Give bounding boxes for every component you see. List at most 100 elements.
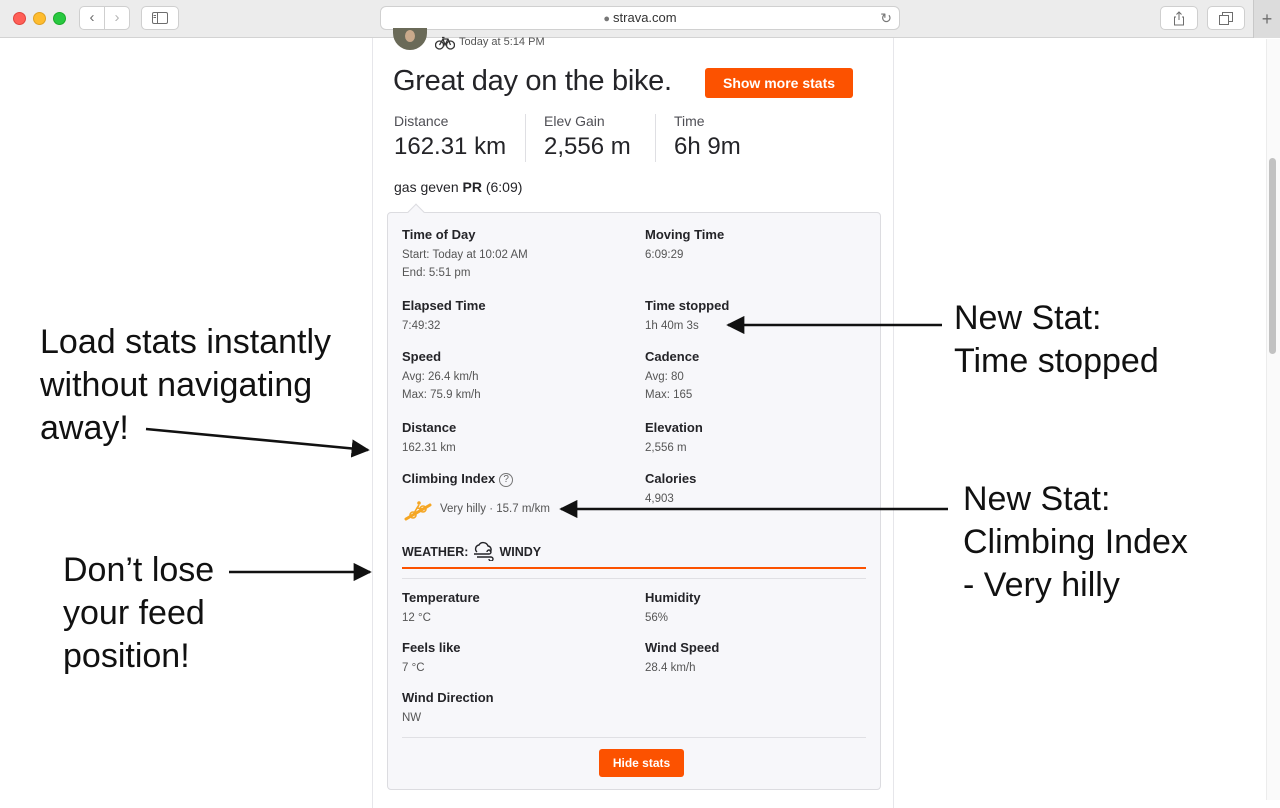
- scrollbar-track[interactable]: [1266, 39, 1280, 800]
- field-value: 2,556 m: [645, 442, 687, 454]
- annotation-load-stats: Load stats instantly without navigating …: [40, 321, 331, 450]
- tab-overview-button[interactable]: [1207, 6, 1245, 30]
- stat-distance: Distance 162.31 km: [402, 420, 456, 454]
- stat-elapsed-time: Elapsed Time 7:49:32: [402, 298, 486, 332]
- field-value: Max: 165: [645, 389, 693, 401]
- expanded-stats-panel: Time of Day Start: Today at 10:02 AM End…: [387, 203, 881, 790]
- field-label: Calories: [645, 471, 697, 486]
- annotation-line: Don’t lose: [63, 551, 215, 589]
- field-value: 12 °C: [402, 612, 431, 624]
- weather-label: WEATHER:: [402, 545, 469, 559]
- summary-stat-time: Time 6h 9m: [674, 113, 741, 161]
- stat-moving-time: Moving Time 6:09:29: [645, 227, 724, 261]
- field-value: 28.4 km/h: [645, 662, 696, 674]
- field-value: 56%: [645, 612, 669, 624]
- sidebar-icon: [152, 12, 168, 24]
- back-button[interactable]: ‹: [79, 6, 105, 30]
- chevron-right-icon: ›: [114, 9, 120, 26]
- field-value: NW: [402, 712, 422, 724]
- annotation-line: New Stat:: [954, 299, 1102, 337]
- divider: [402, 578, 866, 579]
- share-button[interactable]: [1160, 6, 1198, 30]
- field-value: Avg: 26.4 km/h: [402, 371, 479, 383]
- stat-value: 6h 9m: [674, 133, 741, 160]
- hide-stats-button[interactable]: Hide stats: [599, 749, 684, 777]
- field-value: 162.31 km: [402, 442, 456, 454]
- field-label: Cadence: [645, 349, 700, 364]
- pr-badge: PR: [462, 179, 482, 195]
- segment-time: (6:09): [485, 179, 523, 195]
- help-icon[interactable]: ?: [499, 473, 514, 487]
- divider: [655, 114, 656, 162]
- annotation-line: Load stats instantly: [40, 323, 332, 361]
- stat-wind-speed: Wind Speed 28.4 km/h: [645, 640, 719, 674]
- field-label: Speed: [402, 349, 442, 364]
- annotation-time-stopped: New Stat: Time stopped: [954, 297, 1159, 383]
- climbing-index-value: Very hilly · 15.7 m/km: [440, 503, 550, 515]
- annotation-climbing-index: New Stat: Climbing Index - Very hilly: [963, 478, 1188, 607]
- weather-header: WEATHER: WINDY: [402, 541, 541, 561]
- annotation-line: without navigating: [40, 366, 313, 404]
- scrollbar-thumb[interactable]: [1269, 158, 1276, 354]
- annotation-line: your feed: [63, 594, 205, 632]
- divider: [402, 737, 866, 738]
- field-value: 1h 40m 3s: [645, 320, 699, 332]
- field-label: Wind Direction: [402, 690, 494, 705]
- annotation-line: position!: [63, 637, 190, 675]
- close-window-button[interactable]: [13, 12, 26, 25]
- field-value: 7 °C: [402, 662, 425, 674]
- divider: [525, 114, 526, 162]
- segment-achievement[interactable]: gas geven PR (6:09): [394, 179, 522, 195]
- url-text: strava.com: [613, 10, 677, 25]
- field-value: 6:09:29: [645, 249, 684, 261]
- field-label: Humidity: [645, 590, 701, 605]
- tabs-icon: [1219, 12, 1233, 25]
- stat-humidity: Humidity 56%: [645, 590, 701, 624]
- annotation-line: - Very hilly: [963, 566, 1120, 604]
- stat-temperature: Temperature 12 °C: [402, 590, 480, 624]
- avatar[interactable]: [393, 28, 427, 50]
- lock-icon: ●: [603, 13, 611, 25]
- new-tab-button[interactable]: +: [1253, 0, 1280, 38]
- stat-elevation: Elevation 2,556 m: [645, 420, 703, 454]
- field-value: 7:49:32: [402, 320, 441, 332]
- summary-stat-distance: Distance 162.31 km: [394, 113, 506, 161]
- zoom-window-button[interactable]: [53, 12, 66, 25]
- browser-toolbar: ‹ › ● strava.com ↻ +: [0, 0, 1280, 38]
- field-label: Time stopped: [645, 298, 730, 313]
- stat-label: Elev Gain: [544, 113, 605, 129]
- annotation-line: New Stat:: [963, 480, 1111, 518]
- reload-icon[interactable]: ↻: [880, 7, 892, 29]
- weather-condition: WINDY: [499, 545, 542, 559]
- activity-timestamp: Today at 5:14 PM: [459, 36, 545, 48]
- field-value: Start: Today at 10:02 AM: [402, 249, 528, 261]
- segment-name: gas geven: [394, 179, 459, 195]
- chevron-left-icon: ‹: [89, 9, 95, 26]
- stat-feels-like: Feels like 7 °C: [402, 640, 461, 674]
- hilly-climb-icon: [404, 501, 432, 521]
- stat-calories: Calories 4,903: [645, 471, 696, 505]
- field-label: Moving Time: [645, 227, 725, 242]
- annotation-line: Time stopped: [954, 342, 1159, 380]
- field-value: End: 5:51 pm: [402, 267, 471, 279]
- address-bar[interactable]: ● strava.com ↻: [380, 6, 900, 30]
- stat-speed: Speed Avg: 26.4 km/h Max: 75.9 km/h: [402, 349, 481, 401]
- stat-label: Time: [674, 113, 705, 129]
- bike-icon: [435, 36, 455, 50]
- field-value: 4,903: [645, 493, 674, 505]
- stat-cadence: Cadence Avg: 80 Max: 165: [645, 349, 699, 401]
- annotation-feed-position: Don’t lose your feed position!: [63, 549, 214, 678]
- field-value: Avg: 80: [645, 371, 684, 383]
- field-label: Elevation: [645, 420, 703, 435]
- sidebar-toggle-button[interactable]: [141, 6, 179, 30]
- field-label: Elapsed Time: [402, 298, 486, 313]
- forward-button[interactable]: ›: [104, 6, 130, 30]
- field-label: Feels like: [402, 640, 461, 655]
- field-label: Climbing Index?: [402, 471, 514, 487]
- stat-time-stopped: Time stopped 1h 40m 3s: [645, 298, 729, 332]
- stat-value: 2,556 m: [544, 133, 631, 160]
- field-label: Time of Day: [402, 227, 476, 242]
- minimize-window-button[interactable]: [33, 12, 46, 25]
- show-more-stats-button[interactable]: Show more stats: [705, 68, 853, 98]
- activity-title[interactable]: Great day on the bike.: [393, 65, 672, 98]
